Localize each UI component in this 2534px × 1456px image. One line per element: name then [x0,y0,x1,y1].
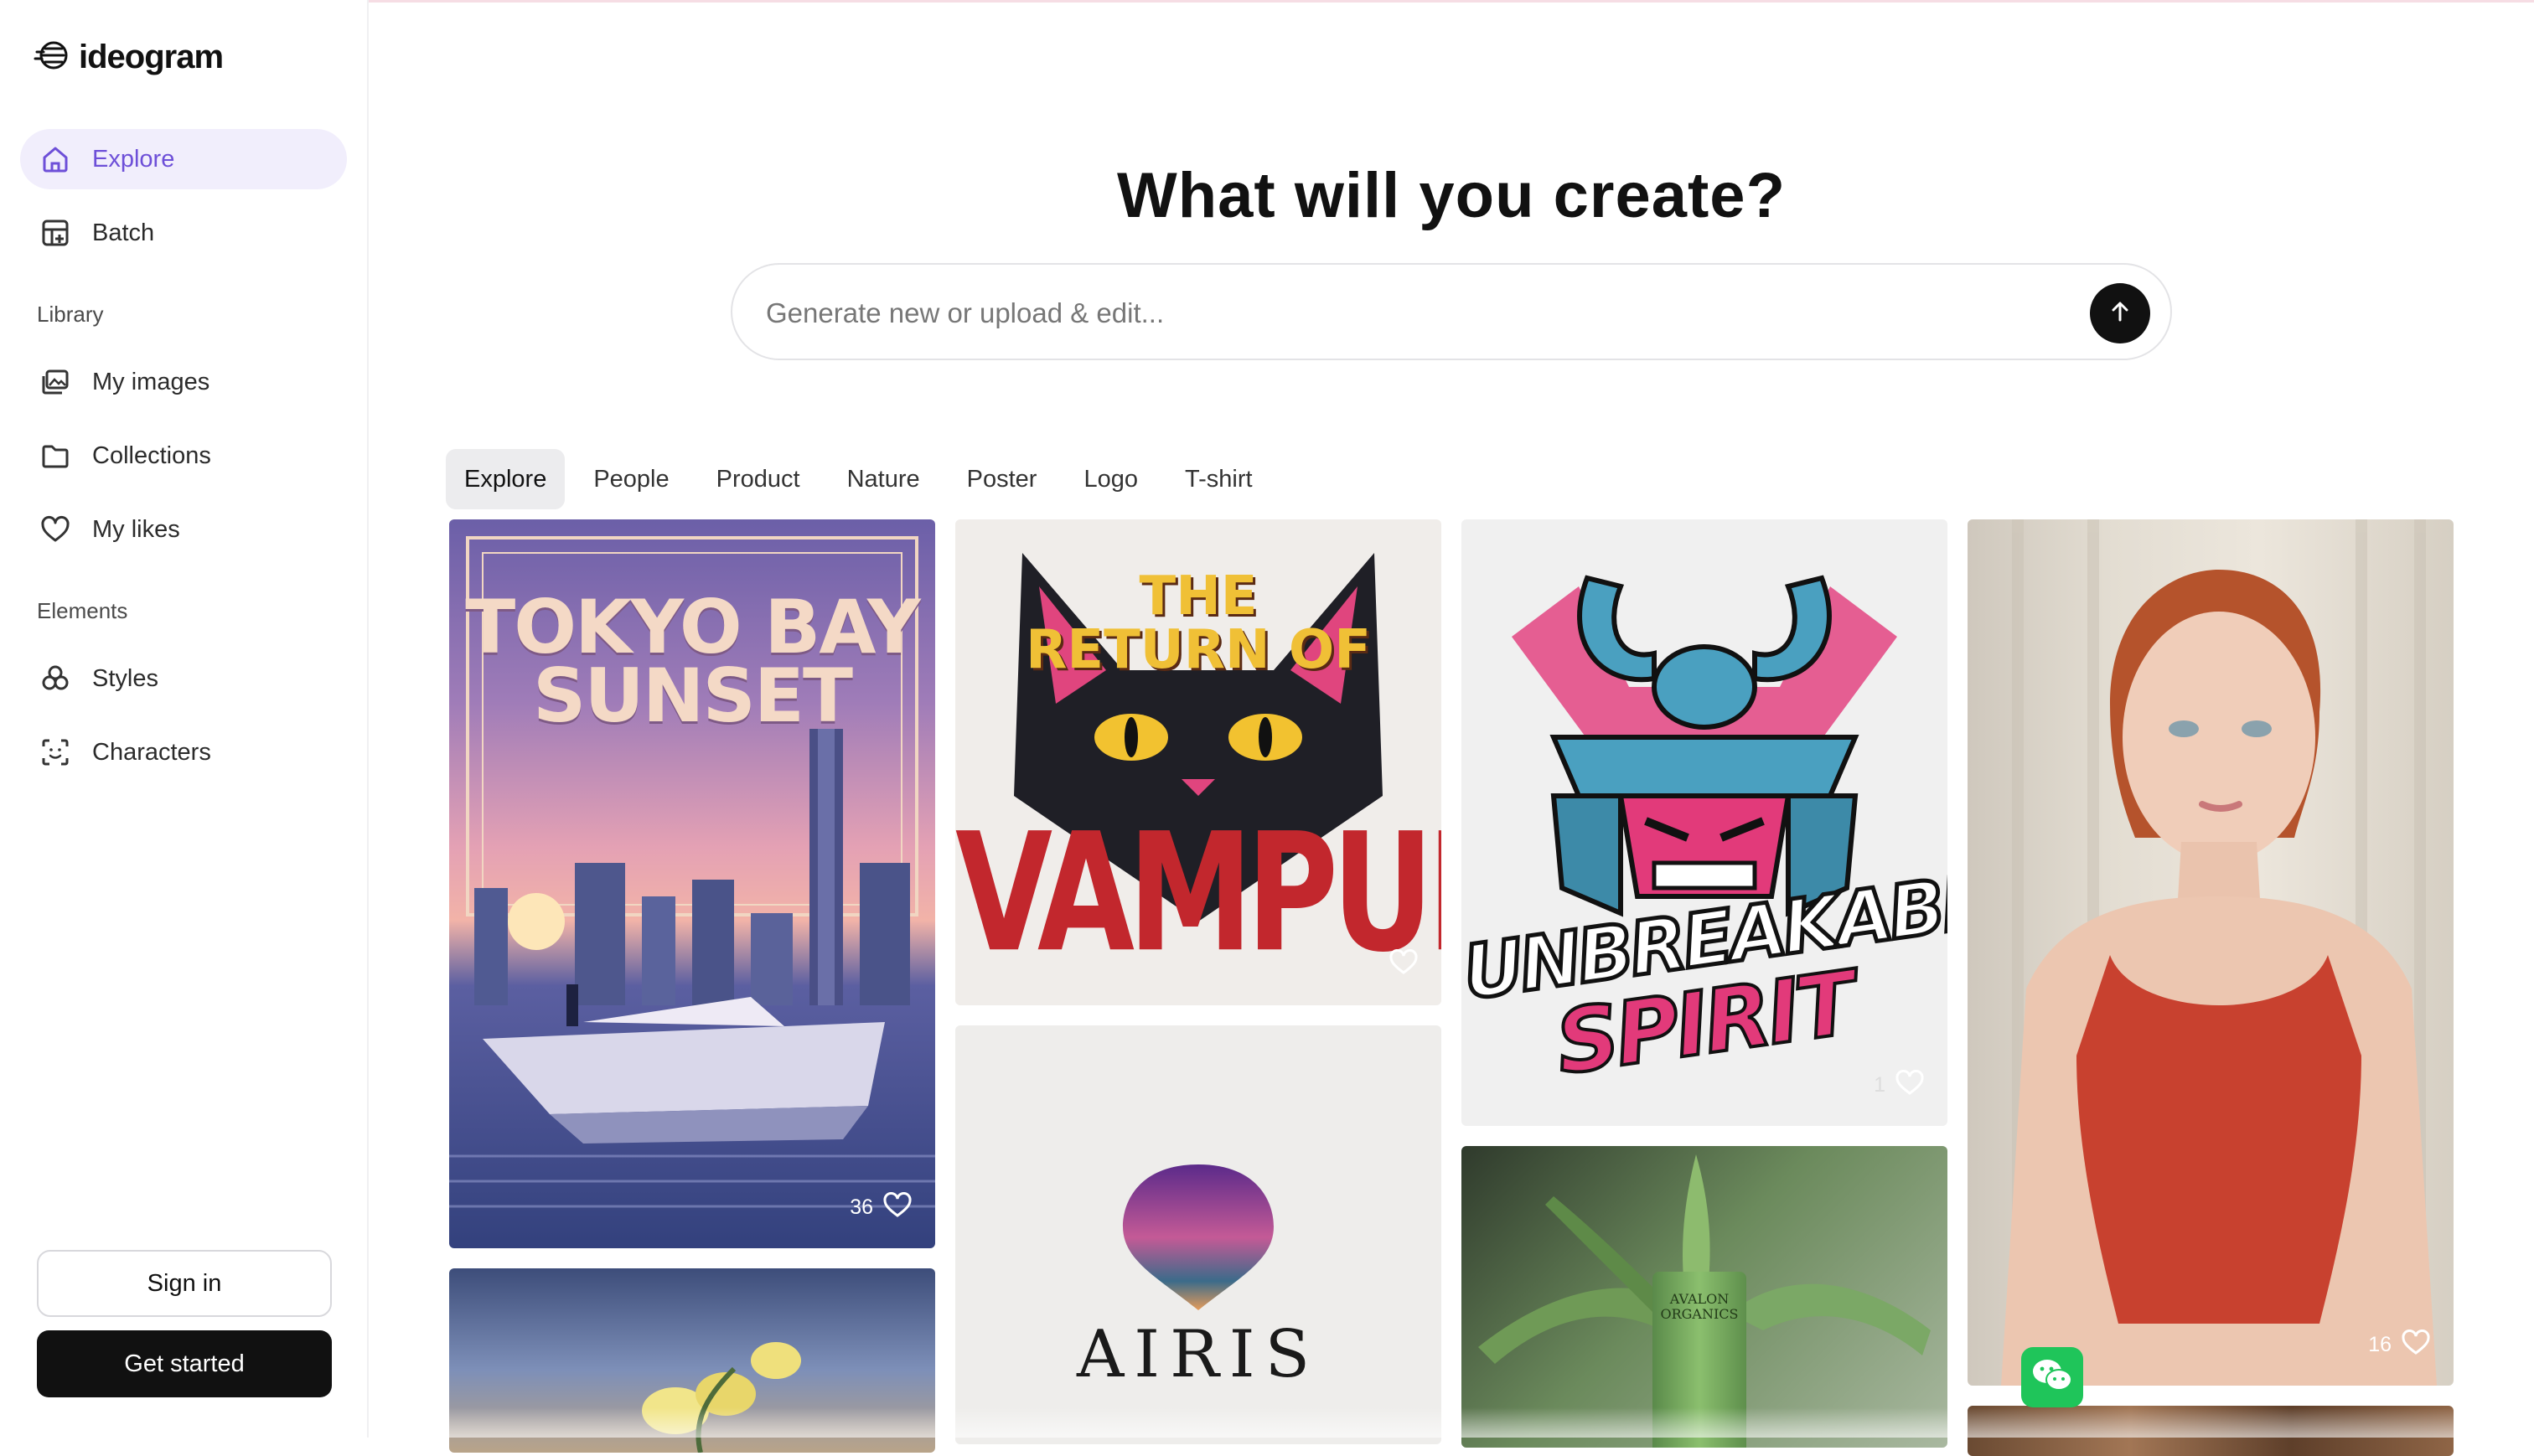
bottom-fade [369,1407,2534,1438]
aloe-brand-label: AVALON ORGANICS [1652,1292,1746,1322]
sidebar-item-label: My likes [92,515,180,543]
like-count[interactable]: 16 [2368,1329,2430,1360]
top-accent-line [0,0,2534,3]
sidebar-item-collections[interactable]: Collections [20,426,347,486]
sidebar: ideogram Explore Batch Library My images… [0,0,369,1438]
vampurr-line1: THE [1139,565,1258,627]
tokyo-poster-title: TOKYO BAY SUNSET [449,584,935,739]
like-count-value: 16 [2368,1333,2392,1356]
character-scan-icon [39,736,72,769]
tokyo-title-line1: TOKYO BAY [465,584,921,670]
tab-t-shirt[interactable]: T-shirt [1166,449,1271,509]
airis-wordmark: AIRIS [1076,1317,1321,1392]
portrait-illustration [2001,519,2437,1386]
wechat-floating-button[interactable] [2021,1347,2083,1407]
folder-icon [39,439,72,472]
tokyo-title-line2: SUNSET [532,653,853,739]
sidebar-item-label: Styles [92,664,158,692]
library-section-label: Library [37,302,104,327]
heart-icon [1389,948,1418,980]
sidebar-item-explore[interactable]: Explore [20,129,347,189]
tab-people[interactable]: People [575,449,687,509]
gallery-card-vampurr[interactable]: THE RETURN OF VAMPURR [955,519,1441,1005]
heart-icon [883,1191,912,1223]
sidebar-item-styles[interactable]: Styles [20,648,347,709]
gallery-card-tokyo-bay[interactable]: TOKYO BAY SUNSET 36 [449,519,935,1248]
arrow-up-icon [2107,299,2133,328]
sidebar-item-label: Explore [92,145,175,173]
like-count-value: 36 [850,1195,873,1219]
gallery-card-portrait[interactable]: 16 [1968,519,2454,1386]
sidebar-item-characters[interactable]: Characters [20,722,347,782]
logo-text: ideogram [79,39,224,75]
images-icon [39,365,72,399]
styles-icon [39,662,72,695]
get-started-button[interactable]: Get started [37,1330,332,1397]
submit-prompt-button[interactable] [2090,283,2150,343]
tab-poster[interactable]: Poster [949,449,1056,509]
logo[interactable]: ideogram [34,37,224,78]
sidebar-item-label: My images [92,368,210,395]
sidebar-item-my-likes[interactable]: My likes [20,499,347,560]
tab-product[interactable]: Product [698,449,819,509]
heart-icon [39,513,72,546]
tab-explore[interactable]: Explore [446,449,566,509]
vampurr-title: VAMPURR [955,798,1441,989]
tab-nature[interactable]: Nature [829,449,939,509]
page-title: What will you create? [1116,160,1787,231]
gallery-card-airis[interactable]: AIRIS [955,1025,1441,1444]
sidebar-item-batch[interactable]: Batch [20,203,347,263]
batch-grid-icon [39,216,72,250]
sign-in-button[interactable]: Sign in [37,1250,332,1317]
sidebar-item-label: Collections [92,441,211,469]
home-icon [39,142,72,176]
prompt-bar [731,263,2172,360]
ideogram-logo-icon [34,37,70,78]
aloe-brand-line2: ORGANICS [1660,1306,1739,1322]
gallery-card-aloe-product[interactable]: AVALON ORGANICS [1461,1146,1947,1448]
like-count-value: 1 [1874,1073,1885,1097]
category-tabs: Explore People Product Nature Poster Log… [446,449,1281,509]
vampurr-line2: RETURN OF [1026,619,1371,681]
wechat-icon [2030,1356,2074,1399]
aloe-brand-line1: AVALON [1669,1291,1730,1307]
heart-icon [2402,1329,2430,1360]
prompt-input[interactable] [766,288,2023,338]
sidebar-item-label: Batch [92,219,155,246]
like-button[interactable] [1389,948,1418,980]
tab-logo[interactable]: Logo [1065,449,1156,509]
sidebar-item-label: Characters [92,738,211,766]
vampurr-top-text: THE RETURN OF [955,570,1441,677]
like-count[interactable]: 1 [1874,1069,1924,1101]
gallery-card-unbreakable-spirit[interactable]: UNBREAKABLE SPIRIT 1 [1461,519,1947,1126]
elements-section-label: Elements [37,598,128,623]
like-count[interactable]: 36 [850,1191,912,1223]
heart-icon [1895,1069,1924,1101]
sidebar-item-my-images[interactable]: My images [20,352,347,412]
